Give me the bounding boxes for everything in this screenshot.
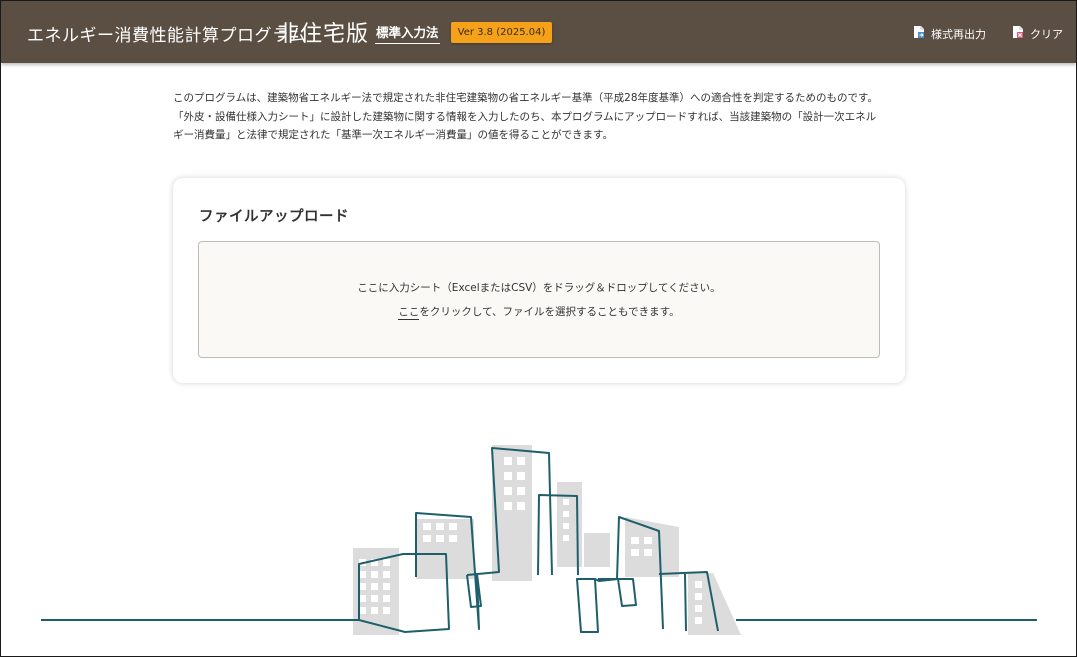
select-file-link[interactable]: ここ bbox=[398, 306, 420, 320]
program-description: このプログラムは、建築物省エネルギー法で規定された非住宅建築物の省エネルギー基準… bbox=[173, 89, 913, 145]
app-title: エネルギー消費性能計算プログラム bbox=[27, 26, 307, 46]
input-mode-label: 標準入力法 bbox=[375, 22, 440, 44]
select-file-instruction: ここをクリックして、ファイルを選択することもできます。 bbox=[199, 304, 879, 320]
file-upload-title: ファイルアップロード bbox=[199, 209, 349, 225]
select-file-suffix: をクリックして、ファイルを選択することもできます。 bbox=[419, 306, 680, 318]
clear-label: クリア bbox=[1030, 27, 1063, 41]
city-skyline-illustration bbox=[41, 445, 1037, 635]
document-export-icon bbox=[913, 25, 925, 42]
drop-instruction: ここに入力シート（ExcelまたはCSV）をドラッグ＆ドロップしてください。 bbox=[357, 282, 721, 294]
app-window: エネルギー消費性能計算プログラム 非住宅版 標準入力法 Ver 3.8 (202… bbox=[0, 0, 1077, 657]
app-header: エネルギー消費性能計算プログラム 非住宅版 標準入力法 Ver 3.8 (202… bbox=[1, 1, 1076, 63]
building-shadows bbox=[353, 445, 741, 635]
description-line: 「外皮・設備仕様入力シート」に設計した建築物に関する情報を入力したのち、本プログ… bbox=[173, 110, 877, 123]
reissue-form-button[interactable]: 様式再出力 bbox=[913, 25, 986, 42]
description-line: このプログラムは、建築物省エネルギー法で規定された非住宅建築物の省エネルギー基準… bbox=[173, 92, 878, 104]
reissue-form-label: 様式再出力 bbox=[931, 27, 986, 41]
description-line: ギー消費量」と法律で規定された「基準一次エネルギー消費量」の値を得ることができま… bbox=[173, 129, 613, 141]
document-clear-icon bbox=[1012, 25, 1024, 42]
building-outlines bbox=[41, 447, 1037, 633]
file-drop-zone[interactable]: ここに入力シート（ExcelまたはCSV）をドラッグ＆ドロップしてください。 こ… bbox=[198, 241, 880, 358]
file-upload-card: ファイルアップロード ここに入力シート（ExcelまたはCSV）をドラッグ＆ドロ… bbox=[173, 178, 905, 383]
clear-button[interactable]: クリア bbox=[1012, 25, 1063, 42]
version-badge: Ver 3.8 (2025.04) bbox=[451, 22, 552, 43]
edition-label: 非住宅版 bbox=[277, 22, 370, 47]
